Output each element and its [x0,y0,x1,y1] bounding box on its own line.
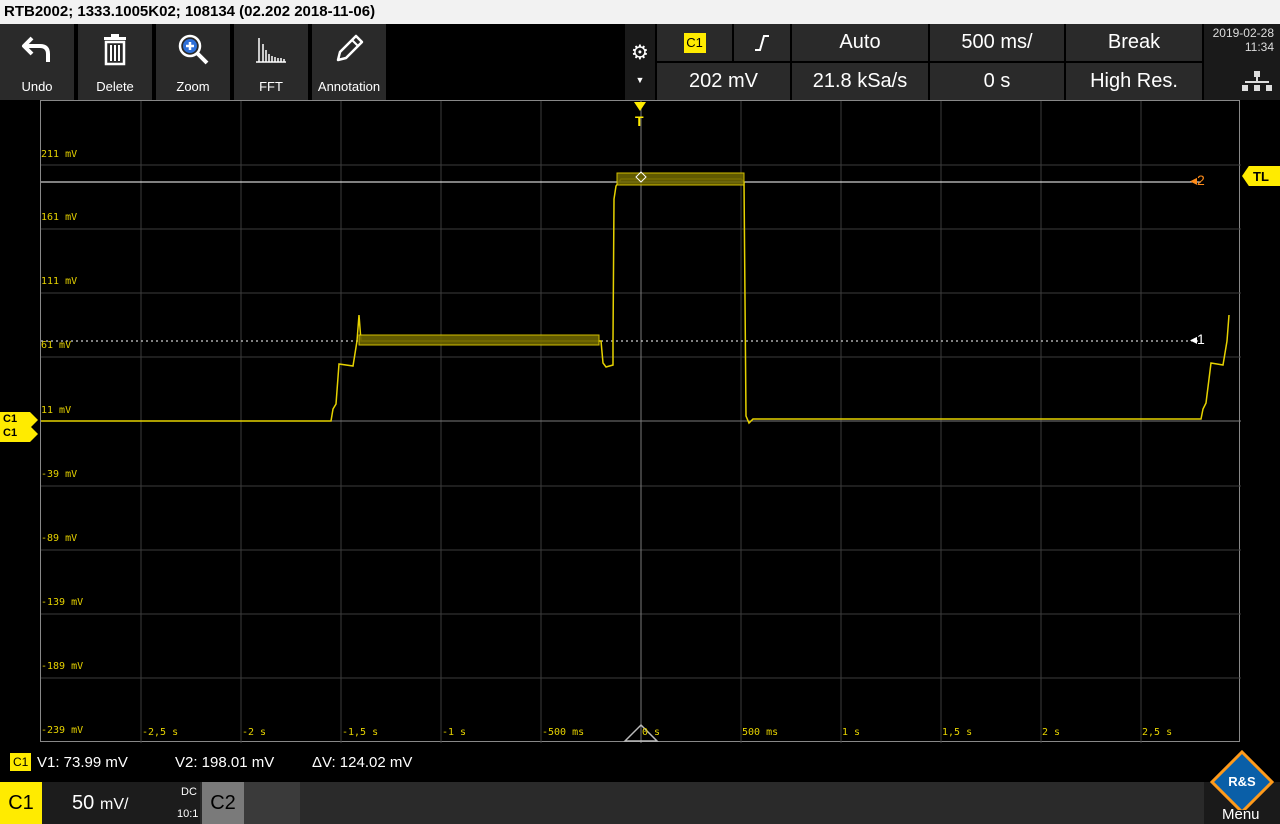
timebase-value: 500 ms/ [961,31,1033,53]
delete-label: Delete [96,79,134,94]
trash-icon [104,34,126,66]
c1-offset-marker[interactable]: C1 C1 [0,412,38,442]
zoom-button[interactable]: Zoom [156,24,232,100]
x-label: 2 s [1042,727,1061,738]
acquisition-mode-button[interactable]: High Res. [1066,63,1202,100]
waveform-display[interactable] [40,100,1241,743]
annotation-button[interactable]: Annotation [312,24,388,100]
trigger-mode-button[interactable]: Auto [792,24,928,61]
trigger-level: 202 mV [689,70,758,92]
x-label: -1 s [442,727,467,738]
zoom-label: Zoom [176,79,210,94]
x-label: 2,5 s [1142,727,1173,738]
undo-icon [22,36,50,62]
fft-button[interactable]: FFT [234,24,310,100]
cursor-2-marker[interactable]: ◂2 [1190,172,1205,189]
channel-c2-button[interactable]: C2 [202,782,244,824]
channel-c2-settings[interactable] [244,782,300,824]
c1-coupling: DC [181,786,197,798]
date: 2019-02-28 [1212,26,1274,40]
trigger-position-marker[interactable]: T [633,101,647,129]
c1-probe-ratio: 10:1 [177,808,199,820]
y-label: 111 mV [41,276,78,287]
sample-rate-button[interactable]: 21.8 kSa/s [792,63,928,100]
x-label: 1,5 s [942,727,973,738]
undo-button[interactable]: Undo [0,24,76,100]
channel-bar: C1 50 mV/ DC 10:1 C2 R&S Menu [0,750,1280,824]
y-label: -189 mV [41,661,84,672]
x-label: 0 s [642,727,661,738]
trigger-mode: Auto [839,31,881,53]
trigger-t-label: T [635,113,644,129]
zoom-in-icon [178,34,209,65]
y-label: 161 mV [41,212,78,223]
delete-button[interactable]: Delete [78,24,154,100]
y-label: -39 mV [41,469,78,480]
y-label: -239 mV [41,725,84,736]
datetime-panel: 2019-02-28 11:34 [1204,24,1280,100]
menu-label: Menu [1222,806,1260,823]
x-label: -2,5 s [142,727,179,738]
chevron-down-icon: ▼ [635,74,645,85]
y-label: -89 mV [41,533,78,544]
c1-scale-unit: mV/ [100,796,129,813]
settings-button[interactable]: ⚙ ▼ [625,24,655,100]
measure-source-badge: C1 [10,753,32,771]
cursor-v2: V2: 198.01 mV [175,754,275,771]
trigger-source-badge: C1 [683,32,706,53]
x-label: -1,5 s [342,727,379,738]
cursor-v1: V1: 73.99 mV [37,754,128,771]
c1-marker-label-top: C1 [3,413,18,425]
c1-label: C1 [8,791,34,814]
stop-mode-button[interactable]: Break [1066,24,1202,61]
time: 11:34 [1244,40,1274,54]
horizontal-position: 0 s [983,70,1011,92]
channel-c1-button[interactable]: C1 [0,782,42,824]
c1-marker-label-bottom: C1 [3,427,18,439]
c1-scale: 50 [72,792,95,814]
cursor-measurement-bar: C1 V1: 73.99 mV V2: 198.01 mV ΔV: 124.02… [0,744,1280,782]
fft-spectrum-icon [256,38,286,63]
network-icon [1242,71,1272,91]
gear-icon: ⚙ [631,41,649,64]
trigger-level-button[interactable]: 202 mV [657,63,790,100]
pencil-icon [336,34,364,62]
x-label: 1 s [842,727,861,738]
y-label: -139 mV [41,597,84,608]
x-label: 500 ms [742,727,779,738]
rising-edge-icon [755,34,769,51]
x-label: -500 ms [542,727,585,738]
cursor-1-marker[interactable]: ◂1 [1190,331,1205,348]
trigger-slope-button[interactable] [734,24,790,61]
y-label: 11 mV [41,405,72,416]
trigger-level-marker[interactable]: TL [1242,166,1280,186]
menu-button[interactable]: R&S Menu [1204,750,1280,824]
stop-mode: Break [1107,31,1161,53]
window-title: RTB2002; 1333.1005K02; 108134 (02.202 20… [0,0,1280,24]
acquisition-mode: High Res. [1090,70,1178,92]
horizontal-position-button[interactable]: 0 s [930,63,1064,100]
cursor-1-label: 1 [1197,331,1205,347]
logo-text: R&S [1228,774,1256,789]
waveform-grid [41,101,1241,743]
c2-label: C2 [210,791,236,814]
tl-label: TL [1253,168,1269,184]
y-label: 211 mV [41,149,78,160]
undo-label: Undo [21,79,53,94]
cursor-delta-v: ΔV: 124.02 mV [312,754,413,771]
cursor-2-label: 2 [1197,172,1205,188]
fft-label: FFT [259,79,283,94]
trigger-source-cell[interactable]: C1 [657,24,732,61]
sample-rate: 21.8 kSa/s [812,70,908,92]
rohde-schwarz-logo-icon: R&S [1210,750,1274,810]
x-label: -2 s [242,727,267,738]
timebase-button[interactable]: 500 ms/ [930,24,1064,61]
annotation-label: Annotation [317,79,381,94]
channel-c1-settings[interactable]: 50 mV/ DC 10:1 [42,782,200,824]
y-label: 61 mV [41,340,72,351]
